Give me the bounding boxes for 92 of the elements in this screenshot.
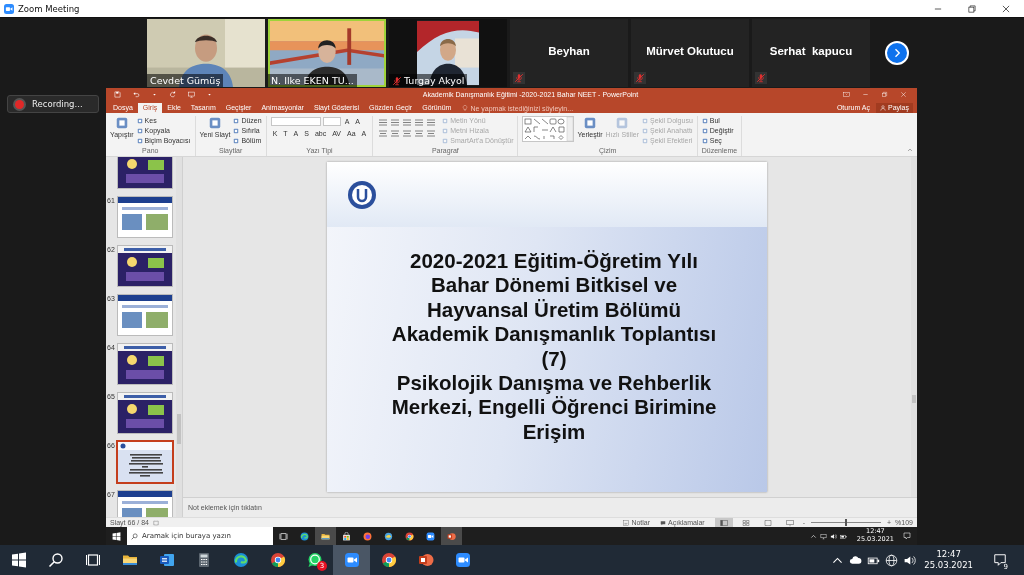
browser-icon: [380, 552, 397, 568]
tool-icon: [701, 117, 708, 124]
document-icon: [158, 552, 175, 568]
restore-icon[interactable]: [881, 90, 888, 98]
scrollbar[interactable]: [911, 157, 917, 497]
cloud-icon[interactable]: [848, 553, 862, 567]
clock[interactable]: 12:47 25.03.2021: [924, 548, 973, 572]
browser-icon: [232, 552, 249, 568]
browser-icon: [300, 531, 309, 541]
participant-name: N. Ilke EKEN TU...: [271, 75, 354, 86]
tool-icon: [136, 117, 143, 124]
video-camera-icon: [343, 552, 360, 568]
recording-label: Recording...: [32, 99, 83, 109]
caret-down-icon[interactable]: [207, 91, 212, 97]
notes-icon: [623, 519, 630, 526]
lightbulb-icon: [462, 105, 469, 111]
comment-icon: [660, 519, 667, 526]
task-view-icon: [279, 531, 288, 541]
globe-icon[interactable]: [884, 553, 898, 567]
browser-icon: [405, 531, 414, 541]
tool-icon: [583, 116, 597, 130]
tool-icon: [615, 116, 630, 130]
scrollbar[interactable]: [176, 157, 182, 517]
record-dot-icon: [15, 99, 24, 109]
tool-icon: [136, 137, 143, 144]
tool-icon: [442, 137, 449, 144]
tool-icon: [641, 117, 648, 124]
windows-logo-icon: [112, 531, 121, 541]
normal-view-icon[interactable]: [714, 517, 733, 528]
search-icon: [47, 552, 64, 568]
slide-thumbnail[interactable]: [118, 393, 172, 433]
speaker-icon[interactable]: [830, 532, 838, 540]
person-icon: [880, 104, 886, 111]
font-name-field[interactable]: [270, 117, 321, 126]
participant-name: Serhat kapucu: [769, 45, 853, 57]
chevron-up-icon[interactable]: [810, 532, 818, 540]
redo-icon[interactable]: [169, 90, 176, 98]
font-size-field[interactable]: [322, 117, 341, 126]
tool-icon: [701, 137, 708, 144]
video-camera-icon: [454, 552, 471, 568]
tool-icon: [442, 117, 449, 124]
video-camera-icon: [426, 531, 435, 541]
presentation-icon: [417, 552, 434, 568]
presentation-icon: [447, 531, 456, 541]
recording-badge[interactable]: Recording...: [7, 95, 99, 113]
tool-icon: [442, 127, 449, 134]
slide-thumbnail[interactable]: [118, 246, 172, 286]
shopping-bag-icon: [342, 531, 351, 541]
task-view-icon: [84, 552, 101, 568]
caret-down-icon[interactable]: [152, 91, 157, 97]
app-icon: [384, 531, 393, 541]
participant-name: Turgay Akyol: [404, 75, 465, 86]
tool-icon: [641, 137, 648, 144]
participant-name: Beyhan: [548, 45, 590, 57]
tool-icon: [641, 127, 648, 134]
slide-thumbnail[interactable]: [118, 157, 172, 188]
slide-thumbnail[interactable]: [118, 295, 172, 335]
taskbar-button[interactable]: [333, 545, 370, 575]
windows-logo-icon: [10, 552, 27, 568]
battery-icon[interactable]: [840, 532, 848, 540]
restore-icon[interactable]: [967, 3, 977, 14]
tool-icon: [207, 116, 222, 130]
participant-name: Mürvet Okutucu: [646, 45, 734, 57]
shape-gallery-drawing[interactable]: [522, 116, 575, 142]
tool-icon: [136, 127, 143, 134]
message-icon[interactable]: [993, 553, 1007, 567]
browser-icon: [269, 552, 286, 568]
tool-icon: [114, 116, 129, 130]
slide-title: 2020-2021 Eğitim-Öğretim Yılı Bahar Dönemi Bitkisel ve Hayvansal Üretim Bölümü Akademik Danışmanlık Toplantısı (7) Psikolojik Danışma ve Rehberlik Merkezi, Engelli Öğrenci Birimine Erişim: [390, 249, 718, 445]
monitor-icon[interactable]: [820, 532, 828, 540]
tool-icon: [233, 137, 240, 144]
close-icon[interactable]: [1001, 3, 1011, 14]
window-title: Zoom Meeting: [18, 3, 81, 14]
message-icon[interactable]: [903, 532, 911, 540]
tool-icon: [233, 117, 240, 124]
slide-thumbnail[interactable]: [118, 344, 172, 384]
next-page-button[interactable]: [885, 41, 909, 65]
slide-thumbnail[interactable]: [118, 442, 172, 482]
speaker-icon[interactable]: [902, 553, 916, 567]
search-icon: [131, 532, 138, 540]
undo-icon[interactable]: [133, 90, 140, 98]
folder-icon: [321, 531, 330, 541]
chat-icon: [306, 552, 323, 568]
participant-name: Cevdet Gümüş: [150, 75, 221, 86]
tool-icon: [701, 127, 708, 134]
browser-icon: [363, 531, 372, 541]
tool-icon: [233, 127, 240, 134]
video-camera-icon: [4, 3, 14, 14]
taskbar-button[interactable]: [315, 527, 336, 545]
save-icon[interactable]: [114, 90, 121, 98]
slide-thumbnail[interactable]: [118, 197, 172, 237]
round-emblem-icon: [347, 179, 377, 210]
